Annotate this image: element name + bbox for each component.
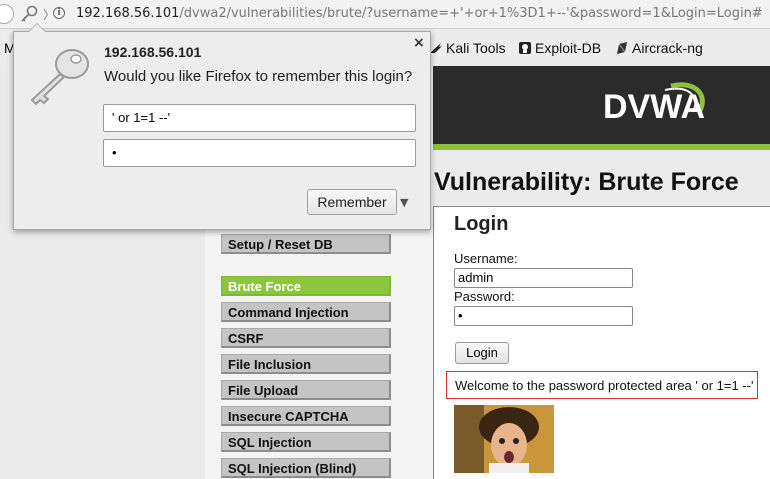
bookmark-kali-tools[interactable]: Kali Tools [429, 40, 506, 56]
password-label: Password: [454, 289, 515, 304]
username-label: Username: [454, 251, 518, 266]
dvwa-logo: DVWA [603, 82, 705, 126]
menu-brute-force[interactable]: Brute Force [221, 276, 391, 296]
url-host: 192.168.56.101 [76, 6, 180, 21]
kali-dragon-icon [430, 43, 442, 53]
svg-text:DVWA: DVWA [603, 88, 705, 126]
popup-host: 192.168.56.101 [104, 44, 202, 60]
url-text[interactable]: 192.168.56.101/dvwa2/vulnerabilities/bru… [76, 6, 763, 21]
menu-file-inclusion[interactable]: File Inclusion [221, 354, 391, 374]
username-field[interactable]: admin [454, 268, 633, 288]
popup-username-field[interactable]: ' or 1=1 --' [103, 104, 416, 132]
info-icon[interactable]: i [53, 7, 65, 19]
back-button[interactable] [0, 4, 14, 24]
menu-setup-reset-db[interactable]: Setup / Reset DB [221, 234, 391, 254]
bookmark-exploit-db[interactable]: Exploit-DB [518, 40, 601, 56]
bookmark-label: Aircrack-ng [632, 40, 703, 56]
popup-question: Would you like Firefox to remember this … [104, 68, 413, 85]
remember-label: Remember [317, 194, 387, 210]
menu-sql-injection-blind[interactable]: SQL Injection (Blind) [221, 458, 391, 478]
key-icon [30, 49, 89, 106]
login-heading: Login [454, 213, 509, 235]
menu-file-upload[interactable]: File Upload [221, 380, 391, 400]
exploit-db-icon [519, 42, 531, 54]
content-panel: Login Username: admin Password: • Login … [433, 206, 770, 479]
remember-button[interactable]: Remember [307, 189, 397, 215]
bookmark-aircrack[interactable]: Aircrack-ng [615, 40, 703, 56]
dvwa-header: DVWA [433, 66, 770, 150]
password-field[interactable]: • [454, 306, 633, 326]
url-path: /dvwa2/vulnerabilities/brute/?username=+… [179, 6, 763, 21]
url-bar[interactable]: 〉 i 192.168.56.101/dvwa2/vulnerabilities… [0, 0, 770, 29]
save-login-popup: 192.168.56.101 Would you like Firefox to… [13, 23, 431, 230]
bookmark-label: Kali Tools [446, 40, 506, 56]
close-icon[interactable]: × [413, 35, 425, 51]
chevron-down-icon[interactable]: ▼ [400, 196, 408, 209]
popup-arrow-fill [29, 24, 45, 32]
menu-command-injection[interactable]: Command Injection [221, 302, 391, 322]
menu-sql-injection[interactable]: SQL Injection [221, 432, 391, 452]
menu-insecure-captcha[interactable]: Insecure CAPTCHA [221, 406, 391, 426]
user-photo [454, 405, 554, 473]
header-stripe [433, 144, 770, 150]
aircrack-icon [617, 42, 627, 54]
popup-password-field[interactable]: • [103, 139, 416, 167]
page-title: Vulnerability: Brute Force [434, 168, 739, 196]
welcome-message: Welcome to the password protected area '… [446, 371, 758, 399]
key-icon[interactable] [18, 5, 40, 23]
login-button[interactable]: Login [455, 342, 509, 364]
bookmark-label: Exploit-DB [535, 40, 602, 56]
menu-csrf[interactable]: CSRF [221, 328, 391, 348]
